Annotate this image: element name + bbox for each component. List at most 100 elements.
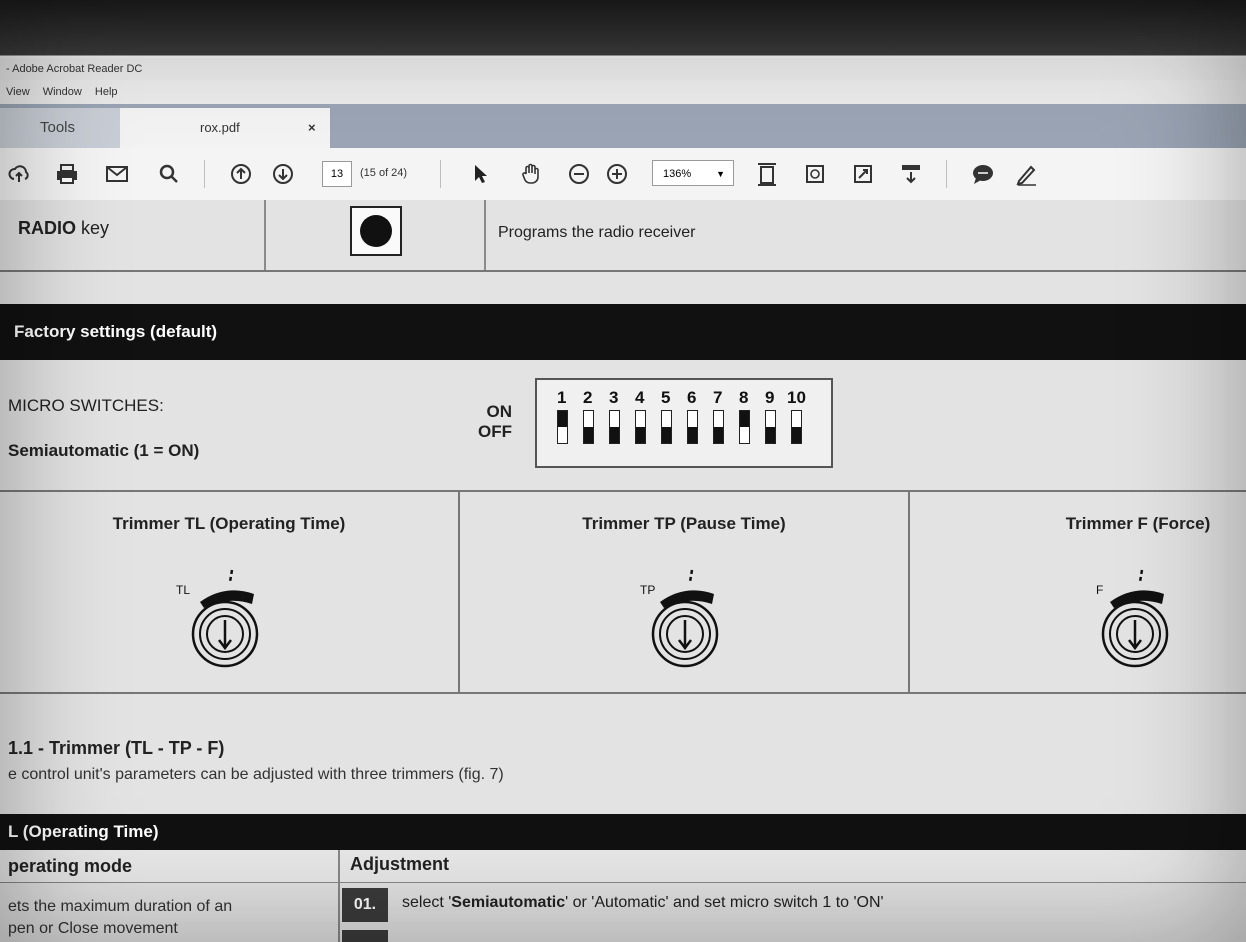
- dip-switch-7: [713, 410, 724, 444]
- column-divider: [338, 850, 340, 942]
- dip-switch-lever: [714, 427, 723, 443]
- dip-switch-lever: [584, 427, 593, 443]
- page-down-icon[interactable]: [268, 148, 298, 200]
- menu-view[interactable]: View: [6, 86, 30, 98]
- dip-switch-number: 3: [609, 388, 619, 407]
- dip-switch-number: 8: [739, 388, 749, 407]
- tab-tools[interactable]: Tools: [0, 108, 120, 148]
- dip-switch-10: [791, 410, 802, 444]
- window-title: - Adobe Acrobat Reader DC: [0, 58, 1246, 80]
- on-label: ON: [486, 402, 513, 421]
- on-off-labels: ON OFF: [478, 402, 512, 442]
- page-up-icon[interactable]: [226, 148, 256, 200]
- radio-key-row: RADIO key Programs the radio receiver: [0, 200, 1246, 272]
- dip-switch-4: [635, 410, 646, 444]
- dip-switch-number: 5: [661, 388, 671, 407]
- tl-operating-time-title: L (Operating Time): [0, 814, 1246, 850]
- dip-switch-9: [765, 410, 776, 444]
- dip-switch-8: [739, 410, 750, 444]
- trimmer-tp-title: Trimmer TP (Pause Time): [582, 514, 786, 533]
- trimmer-tp-cell: Trimmer TP (Pause Time) TP: [460, 492, 910, 692]
- menu-window[interactable]: Window: [43, 86, 82, 98]
- comment-icon[interactable]: [968, 148, 998, 200]
- toolbar-separator: [204, 160, 205, 188]
- radio-key-label: RADIO key: [18, 218, 110, 238]
- tab-bar: Tools rox.pdf ×: [0, 104, 1246, 148]
- operating-mode-line-2: pen or Close movement: [8, 920, 178, 937]
- email-icon[interactable]: [102, 148, 132, 200]
- svg-text:TL: TL: [176, 583, 190, 597]
- zoom-value: 136%: [663, 168, 692, 180]
- table-header-row: perating mode Adjustment: [0, 850, 1246, 883]
- hand-tool-icon[interactable]: [514, 148, 548, 200]
- operating-mode-line-1: ets the maximum duration of an: [8, 898, 233, 915]
- trimmer-dial-icon: TP: [640, 569, 719, 668]
- dip-switch-number: 1: [557, 388, 567, 407]
- menu-help[interactable]: Help: [95, 86, 118, 98]
- step-number: 01.: [342, 888, 388, 922]
- read-mode-icon[interactable]: [896, 148, 926, 200]
- toolbar-separator: [946, 160, 947, 188]
- dip-switch-lever: [740, 411, 749, 427]
- semiautomatic-label: Semiautomatic (1 = ON): [8, 441, 200, 460]
- section-text: e control unit's parameters can be adjus…: [8, 766, 504, 783]
- dip-switch-lever: [688, 427, 697, 443]
- radio-key-description: Programs the radio receiver: [498, 224, 696, 241]
- dip-switch-1: [557, 410, 568, 444]
- dip-switch-lever: [792, 427, 801, 443]
- rotate-icon[interactable]: [800, 148, 830, 200]
- off-label: OFF: [478, 422, 512, 441]
- tab-document[interactable]: rox.pdf ×: [120, 108, 330, 148]
- dip-switch-number: 9: [765, 388, 775, 407]
- operating-mode-header: perating mode: [8, 856, 133, 876]
- print-icon[interactable]: [52, 148, 82, 200]
- micro-switches-label: MICRO SWITCHES:: [8, 396, 164, 415]
- dip-switch-number: 6: [687, 388, 697, 407]
- dip-switch-lever: [636, 427, 645, 443]
- trimmer-row: Trimmer TL (Operating Time) TL Trimmer T…: [0, 490, 1246, 694]
- page-number-input[interactable]: 13: [322, 161, 352, 187]
- trimmer-tl-cell: Trimmer TL (Operating Time) TL: [0, 492, 460, 692]
- dip-switch-3: [609, 410, 620, 444]
- dip-switch-6: [687, 410, 698, 444]
- trimmer-tl-title: Trimmer TL (Operating Time): [112, 514, 346, 533]
- trimmer-dial-icon: TL: [176, 569, 259, 668]
- trimmer-dial-icon: F: [1096, 569, 1169, 668]
- radio-button-icon: [350, 206, 402, 256]
- dip-switch-lever: [662, 427, 671, 443]
- zoom-select[interactable]: 136% ▼: [652, 160, 734, 186]
- toolbar-separator: [440, 160, 441, 188]
- close-icon[interactable]: ×: [308, 108, 316, 148]
- pen-icon[interactable]: [1012, 148, 1042, 200]
- tab-document-label: rox.pdf: [200, 120, 240, 135]
- dip-switch-lever: [610, 427, 619, 443]
- page-count: (15 of 24): [360, 167, 408, 179]
- document-page: RADIO key Programs the radio receiver Fa…: [0, 200, 1246, 942]
- dip-switch-5: [661, 410, 672, 444]
- search-icon[interactable]: [154, 148, 184, 200]
- svg-text:F: F: [1096, 583, 1103, 597]
- svg-text:TP: TP: [640, 583, 655, 597]
- select-cursor-icon[interactable]: [466, 148, 496, 200]
- step-number-partial: [342, 930, 388, 942]
- dip-switch-2: [583, 410, 594, 444]
- toolbar: 13 (15 of 24) 136% ▼: [0, 148, 1246, 201]
- trimmer-f-title: Trimmer F (Force): [1065, 514, 1211, 533]
- acrobat-window: - Adobe Acrobat Reader DC View Window He…: [0, 0, 1246, 942]
- operating-mode-text: ets the maximum duration of an pen or Cl…: [8, 896, 232, 940]
- dip-switch-number: 2: [583, 388, 593, 407]
- trimmer-f-cell: Trimmer F (Force) F: [910, 492, 1246, 692]
- zoom-in-icon[interactable]: [602, 148, 632, 200]
- dip-switch-lever: [766, 427, 775, 443]
- menu-bar: View Window Help: [0, 80, 1246, 104]
- dip-switch-number: 7: [713, 388, 723, 407]
- zoom-out-icon[interactable]: [564, 148, 594, 200]
- chevron-down-icon: ▼: [716, 169, 725, 179]
- dip-switch-lever: [558, 411, 567, 427]
- factory-settings-title: Factory settings (default): [0, 304, 1246, 360]
- adjustment-header: Adjustment: [350, 854, 449, 874]
- dip-switch-number: 10: [787, 388, 806, 407]
- cloud-upload-icon[interactable]: [4, 148, 34, 200]
- fullscreen-icon[interactable]: [848, 148, 878, 200]
- fit-page-icon[interactable]: [752, 148, 782, 200]
